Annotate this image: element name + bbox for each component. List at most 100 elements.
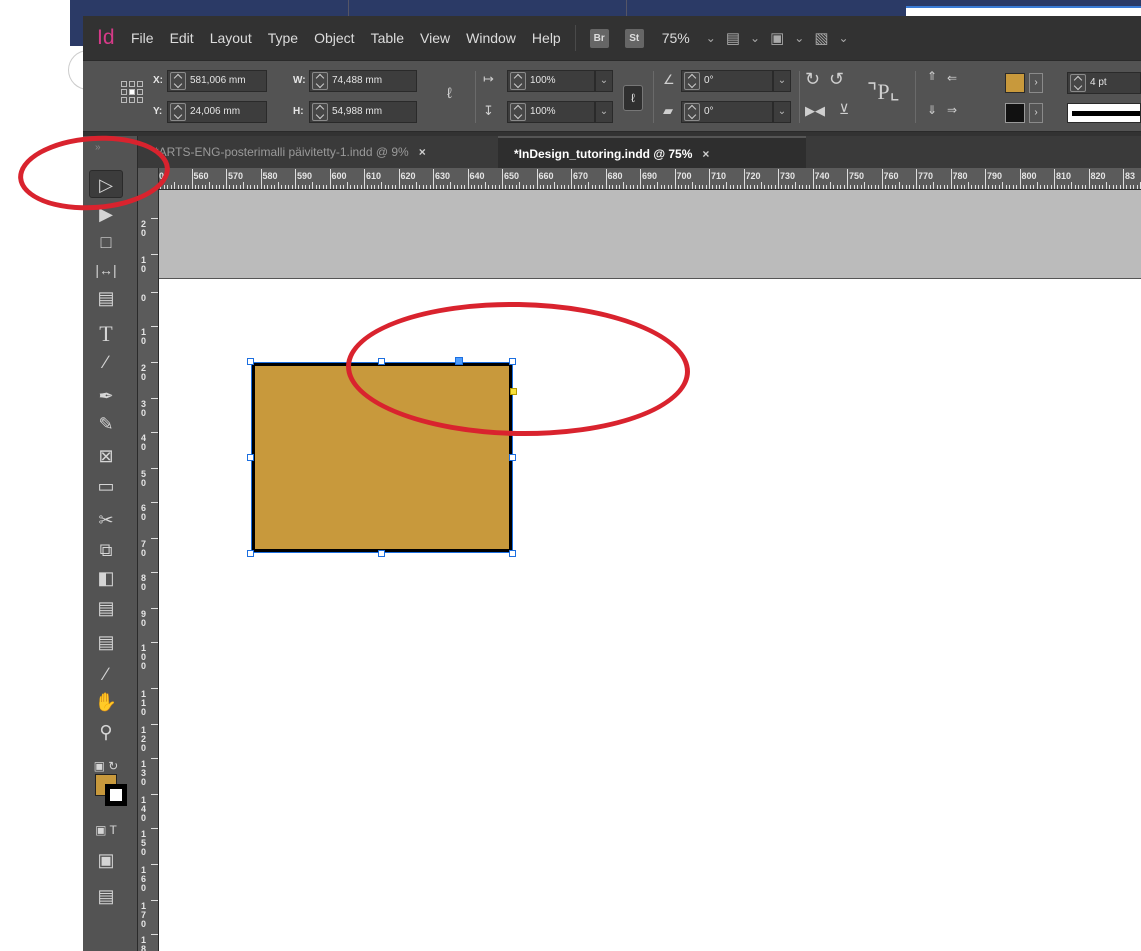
apply-color-icon[interactable]: ▣ xyxy=(89,846,123,874)
rotation-dropdown[interactable]: ⌄ xyxy=(773,70,791,92)
selection-tool-icon[interactable]: ▷ xyxy=(89,170,123,198)
selection-handle-bottom-center[interactable] xyxy=(378,550,385,557)
arrange-documents-chevron-icon[interactable]: ⌄ xyxy=(833,31,855,45)
ruler-minor-tick xyxy=(257,185,259,189)
menu-object[interactable]: Object xyxy=(306,16,362,60)
selection-handle-top-center[interactable] xyxy=(378,358,385,365)
gradient-swatch-tool-icon[interactable]: ◧ xyxy=(89,564,123,592)
stroke-swatch[interactable] xyxy=(1005,103,1025,123)
stroke-menu-button[interactable]: › xyxy=(1029,103,1043,123)
pencil-tool-icon[interactable]: ✎ xyxy=(89,410,123,438)
rectangle-tool-icon[interactable]: ▭ xyxy=(89,472,123,500)
stroke-weight-stepper[interactable] xyxy=(1070,74,1086,92)
arrange-documents-icon[interactable]: ▧ xyxy=(810,29,832,47)
live-corners-handle[interactable] xyxy=(510,388,517,395)
reference-point-cell[interactable] xyxy=(137,97,143,103)
stock-button[interactable]: St xyxy=(624,28,644,48)
flip-vertical-icon[interactable]: ⊻ xyxy=(839,101,849,118)
selection-handle-bottom-right[interactable] xyxy=(509,550,516,557)
gap-tool-icon[interactable]: |↔| xyxy=(89,256,123,284)
reference-point-cell[interactable] xyxy=(129,89,135,95)
close-icon[interactable]: × xyxy=(702,147,709,161)
selection-handle-top-right[interactable] xyxy=(509,358,516,365)
horizontal-ruler[interactable]: 0 560 570 580 590 600 610 620 630 640 650 660 670 680… xyxy=(157,168,1141,190)
rectangle-frame-tool-icon[interactable]: ⊠ xyxy=(89,442,123,470)
stroke-type-selector[interactable] xyxy=(1067,103,1141,123)
width-stepper[interactable] xyxy=(312,72,328,90)
bridge-button[interactable]: Br xyxy=(589,28,609,48)
select-container-icon[interactable]: ⇑ xyxy=(927,69,937,83)
flip-horizontal-icon[interactable]: ▶◀ xyxy=(805,103,825,119)
free-transform-tool-icon[interactable]: ⧉ xyxy=(89,536,123,564)
x-stepper[interactable] xyxy=(170,72,186,90)
rotation-stepper[interactable] xyxy=(684,72,700,90)
shear-stepper[interactable] xyxy=(684,103,700,121)
constrain-proportions-icon[interactable]: ℓ xyxy=(447,85,452,102)
reference-point-cell[interactable] xyxy=(129,81,135,87)
path-direction-icon[interactable]: ⌝P⌞ xyxy=(867,79,900,105)
selection-handle-top-left[interactable] xyxy=(247,358,254,365)
reference-point-cell[interactable] xyxy=(121,81,127,87)
note-tool-icon[interactable]: ▤ xyxy=(89,628,123,656)
height-stepper[interactable] xyxy=(312,103,328,121)
view-options-chevron-icon[interactable]: ⌄ xyxy=(744,31,766,45)
reference-point-cell[interactable] xyxy=(137,89,143,95)
scissors-tool-icon[interactable]: ✂ xyxy=(89,506,123,534)
constrain-scale-icon[interactable]: ℓ xyxy=(623,85,643,111)
y-stepper[interactable] xyxy=(170,103,186,121)
menu-layout[interactable]: Layout xyxy=(202,16,260,60)
zoom-tool-icon[interactable]: ⚲ xyxy=(89,718,123,746)
vertical-ruler[interactable]: 2 0 1 0 0 1 0 2 0 3 0 4 0 5 0 6 0 7 0 8 0 9 0 1 0 0 1… xyxy=(138,168,159,951)
menu-view[interactable]: View xyxy=(412,16,458,60)
panel-grip-icon[interactable]: » xyxy=(95,142,101,153)
reference-point-cell[interactable] xyxy=(129,97,135,103)
fill-menu-button[interactable]: › xyxy=(1029,73,1043,93)
gradient-feather-tool-icon[interactable]: ▤ xyxy=(89,594,123,622)
pen-tool-icon[interactable]: ✒ xyxy=(89,382,123,410)
close-icon[interactable]: × xyxy=(419,145,426,159)
selection-handle-middle-left[interactable] xyxy=(247,454,254,461)
screen-mode-icon[interactable]: ▤ xyxy=(89,882,123,910)
zoom-level[interactable]: 75% xyxy=(652,30,700,46)
page-tool-icon[interactable]: □ xyxy=(89,228,123,256)
menu-table[interactable]: Table xyxy=(363,16,412,60)
content-collector-tool-icon[interactable]: ▤ xyxy=(89,284,123,312)
scale-y-stepper[interactable] xyxy=(510,103,526,121)
formatting-affects-container-icon[interactable]: ▣ T xyxy=(89,816,123,844)
hand-tool-icon[interactable]: ✋ xyxy=(89,688,123,716)
menu-edit[interactable]: Edit xyxy=(162,16,202,60)
select-previous-object-icon[interactable]: ⇐ xyxy=(947,71,957,85)
fill-swatch[interactable] xyxy=(1005,73,1025,93)
menu-type[interactable]: Type xyxy=(260,16,306,60)
shear-dropdown[interactable]: ⌄ xyxy=(773,101,791,123)
screen-mode-chevron-icon[interactable]: ⌄ xyxy=(788,31,810,45)
scale-x-dropdown[interactable]: ⌄ xyxy=(595,70,613,92)
scale-y-dropdown[interactable]: ⌄ xyxy=(595,101,613,123)
reference-point-cell[interactable] xyxy=(137,81,143,87)
line-tool-icon[interactable]: ∕ xyxy=(89,348,123,376)
select-next-object-icon[interactable]: ⇒ xyxy=(947,103,957,117)
reference-point-cell[interactable] xyxy=(121,89,127,95)
menu-window[interactable]: Window xyxy=(458,16,524,60)
tab-arts-eng-poster[interactable]: *ARTS-ENG-posterimalli päivitetty-1.indd… xyxy=(138,136,498,168)
pasteboard[interactable] xyxy=(159,190,1141,278)
menu-help[interactable]: Help xyxy=(524,16,569,60)
rotate-counterclockwise-icon[interactable]: ↺ xyxy=(829,69,844,90)
scale-x-stepper[interactable] xyxy=(510,72,526,90)
type-tool-icon[interactable]: T xyxy=(89,320,123,348)
zoom-dropdown-icon[interactable]: ⌄ xyxy=(700,31,722,45)
view-options-icon[interactable]: ▤ xyxy=(722,29,744,47)
selection-handle-center-point[interactable] xyxy=(455,357,463,365)
direct-selection-tool-icon[interactable]: ▶ xyxy=(89,200,123,228)
tab-indesign-tutoring[interactable]: *InDesign_tutoring.indd @ 75% × xyxy=(498,136,806,168)
selection-handle-bottom-left[interactable] xyxy=(247,550,254,557)
rotate-clockwise-icon[interactable]: ↻ xyxy=(805,69,820,90)
reference-point-icon[interactable] xyxy=(121,81,145,105)
eyedropper-tool-icon[interactable]: ∕ xyxy=(89,660,123,688)
menu-file[interactable]: File xyxy=(123,16,162,60)
screen-mode-icon[interactable]: ▣ xyxy=(766,29,788,47)
select-content-icon[interactable]: ⇓ xyxy=(927,103,937,117)
reference-point-cell[interactable] xyxy=(121,97,127,103)
selection-handle-middle-right[interactable] xyxy=(509,454,516,461)
stroke-color-icon[interactable] xyxy=(105,784,127,806)
